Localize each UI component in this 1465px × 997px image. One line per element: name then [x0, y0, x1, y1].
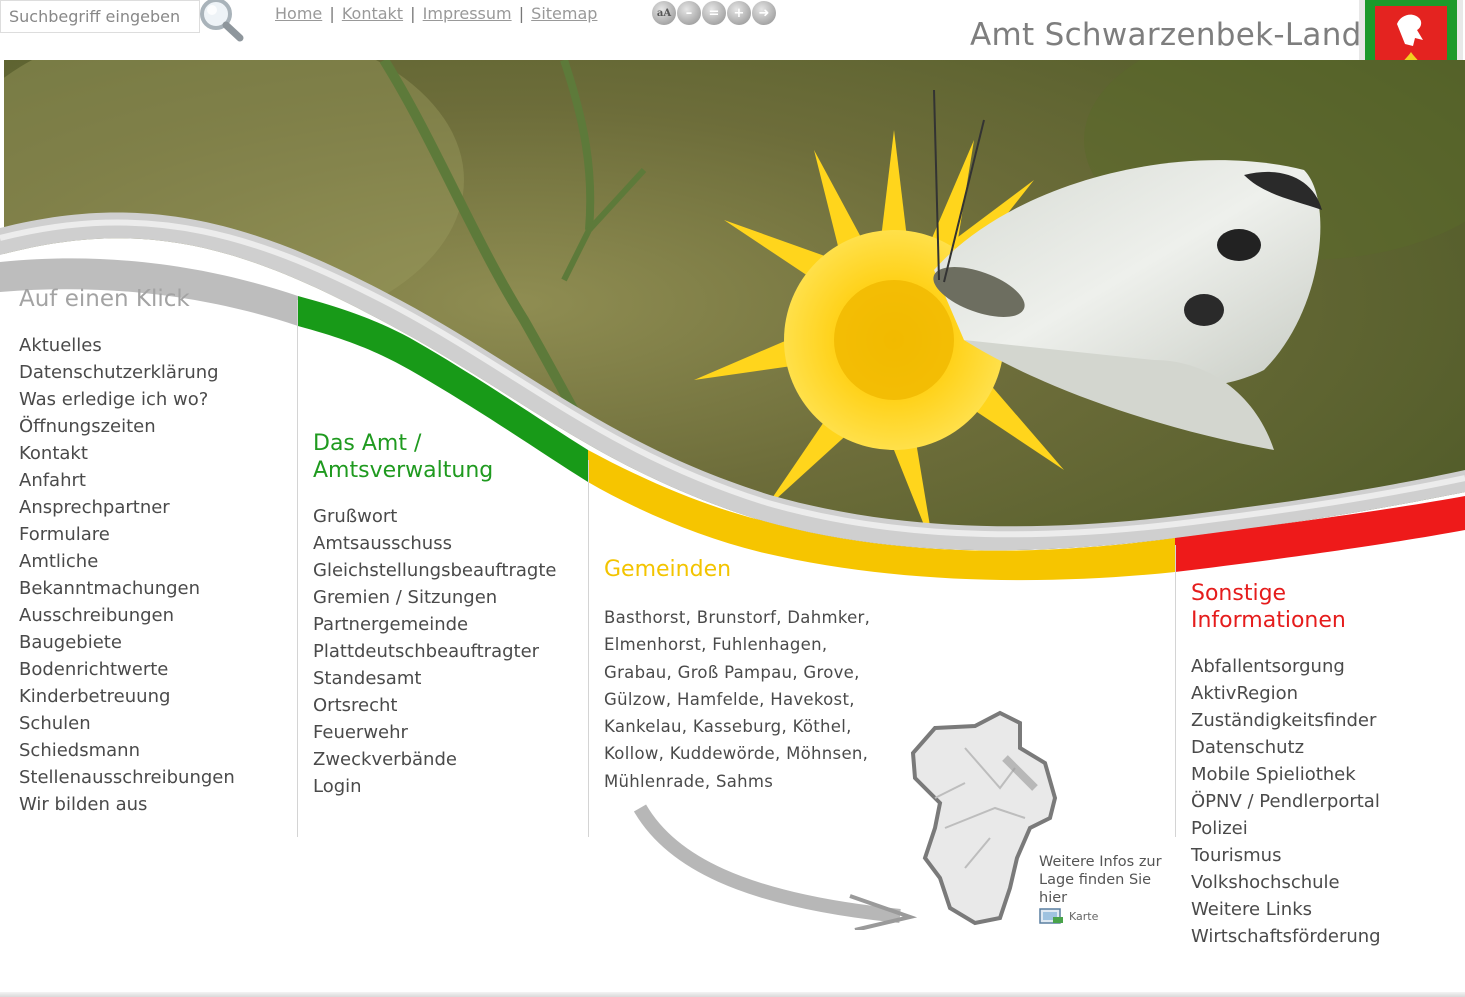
nav-separator: | [518, 4, 525, 23]
sonstige-menu-item[interactable]: Zuständigkeitsfinder [1191, 707, 1381, 734]
gemeinde-link[interactable]: Kuddewörde [670, 744, 775, 763]
amt-menu-item[interactable]: Standesamt [313, 665, 556, 692]
column-title-auf-einen-klick: Auf einen Klick [19, 286, 190, 312]
column-title-sonstige-informationen: Sonstige Informationen [1191, 580, 1346, 634]
nav-separator: | [329, 4, 335, 23]
nav-link-home[interactable]: Home [275, 4, 322, 23]
gemeinde-link[interactable]: Kankelau [604, 717, 682, 736]
top-navigation: Home | Kontakt | Impressum | Sitemap [275, 4, 597, 23]
amt-menu-item[interactable]: Zweckverbände [313, 746, 556, 773]
nav-separator: | [410, 4, 416, 23]
map-link[interactable]: Karte [1039, 907, 1098, 925]
gemeinde-link[interactable]: Kollow [604, 744, 659, 763]
quick-link-menu-item[interactable]: Stellenausschreibungen [19, 764, 235, 791]
gemeinde-link[interactable]: Kasseburg [693, 717, 782, 736]
column-title-line: Sonstige [1191, 581, 1287, 606]
gemeinde-link[interactable]: Brunstorf [697, 608, 776, 627]
gemeinde-link[interactable]: Basthorst [604, 608, 686, 627]
quick-link-menu-item[interactable]: Kontakt [19, 440, 235, 467]
column-title-das-amt: Das Amt / Amtsverwaltung [313, 430, 493, 484]
column-title-gemeinden: Gemeinden [604, 557, 732, 582]
quick-link-menu-item[interactable]: Was erledige ich wo? [19, 386, 235, 413]
amt-menu-item[interactable]: Plattdeutschbeauftragter [313, 638, 556, 665]
quick-links-menu: Aktuelles Datenschutzerklärung Was erledig… [19, 332, 235, 818]
amt-menu: Grußwort Amtsausschuss Gleichstellungsbeau… [313, 503, 556, 800]
column-divider [297, 300, 298, 837]
gemeinde-link[interactable]: Mühlenrade [604, 772, 705, 791]
map-icon [1039, 908, 1063, 924]
quick-link-menu-item[interactable]: Ausschreibungen [19, 602, 235, 629]
quick-link-menu-item[interactable]: Formulare [19, 521, 235, 548]
quick-link-menu-item[interactable]: Baugebiete [19, 629, 235, 656]
gemeinde-link[interactable]: Sahms [716, 772, 773, 791]
sonstige-menu-item[interactable]: Abfallentsorgung [1191, 653, 1381, 680]
site-title: Amt Schwarzenbek-Land [970, 17, 1362, 53]
quick-link-menu-item[interactable]: Öffnungszeiten [19, 413, 235, 440]
gemeinde-link[interactable]: Grabau [604, 663, 667, 682]
search-input[interactable] [1, 1, 191, 32]
amt-menu-item[interactable]: Feuerwehr [313, 719, 556, 746]
zoom-out-icon[interactable]: – [677, 1, 701, 25]
amt-menu-item[interactable]: Grußwort [313, 503, 556, 530]
column-divider [588, 460, 589, 837]
quick-link-menu-item[interactable]: Aktuelles [19, 332, 235, 359]
amt-menu-item[interactable]: Gleichstellungsbeauftragte [313, 557, 556, 584]
gemeinde-link[interactable]: Grove [803, 663, 854, 682]
sonstige-menu-item[interactable]: Volkshochschule [1191, 869, 1381, 896]
amt-menu-item[interactable]: Amtsausschuss [313, 530, 556, 557]
column-divider [1175, 545, 1176, 837]
nav-link-sitemap[interactable]: Sitemap [531, 4, 597, 23]
quick-link-menu-item[interactable]: Schiedsmann [19, 737, 235, 764]
sonstige-menu-item[interactable]: Wirtschaftsförderung [1191, 923, 1381, 950]
gemeinde-link[interactable]: Dahmker [787, 608, 864, 627]
gemeinde-link[interactable]: Hamfelde [677, 690, 759, 709]
map-link-label[interactable]: Karte [1069, 910, 1098, 923]
sonstige-menu-item[interactable]: ÖPNV / Pendlerportal [1191, 788, 1381, 815]
text-size-icon[interactable]: aA [652, 1, 676, 25]
quick-link-menu-item[interactable]: Kinderbetreuung [19, 683, 235, 710]
quick-link-menu-item[interactable]: Schulen [19, 710, 235, 737]
search-icon[interactable] [192, 0, 248, 44]
column-title-line: Amtsverwaltung [313, 458, 494, 483]
sonstige-menu-item[interactable]: Weitere Links [1191, 896, 1381, 923]
gemeinde-link[interactable]: Möhnsen [786, 744, 863, 763]
amt-menu-item[interactable]: Gremien / Sitzungen [313, 584, 556, 611]
map-info-text: Weitere Infos zur Lage finden Sie hier [1039, 854, 1162, 906]
gemeinde-link[interactable]: Elmenhorst [604, 635, 701, 654]
quick-link-menu-item[interactable]: Amtliche [19, 548, 235, 575]
sonstige-menu-item[interactable]: Polizei [1191, 815, 1381, 842]
quick-link-menu-item[interactable]: Anfahrt [19, 467, 235, 494]
quick-link-menu-item[interactable]: Datenschutzerklärung [19, 359, 235, 386]
amt-menu-item[interactable]: Ortsrecht [313, 692, 556, 719]
column-title-line: Informationen [1191, 608, 1346, 633]
nav-link-impressum[interactable]: Impressum [423, 4, 512, 23]
quick-link-menu-item[interactable]: Bodenrichtwerte [19, 656, 235, 683]
gemeinde-link[interactable]: Gülzow [604, 690, 666, 709]
sonstige-menu-item[interactable]: AktivRegion [1191, 680, 1381, 707]
gemeinde-link[interactable]: Fuhlenhagen [712, 635, 822, 654]
sonstige-menu-item[interactable]: Tourismus [1191, 842, 1381, 869]
accessibility-tools: aA – = + ➜ [652, 1, 776, 25]
search-box [0, 0, 200, 33]
nav-link-kontakt[interactable]: Kontakt [342, 4, 403, 23]
gemeinde-link[interactable]: Köthel [793, 717, 847, 736]
gemeinde-link[interactable]: Groß Pampau [678, 663, 793, 682]
sonstige-menu-item[interactable]: Mobile Spieliothek [1191, 761, 1381, 788]
amt-menu-item[interactable]: Login [313, 773, 556, 800]
quick-link-menu-item[interactable]: Bekanntmachungen [19, 575, 235, 602]
quick-link-menu-item[interactable]: Ansprechpartner [19, 494, 235, 521]
quick-link-menu-item[interactable]: Wir bilden aus [19, 791, 235, 818]
footer-line [0, 992, 1465, 997]
gemeinde-link[interactable]: Havekost [770, 690, 849, 709]
sonstige-menu-item[interactable]: Datenschutz [1191, 734, 1381, 761]
zoom-in-icon[interactable]: + [727, 1, 751, 25]
column-title-line: Das Amt / [313, 431, 422, 456]
gemeinden-list: Basthorst, Brunstorf, Dahmker, Elmenhors… [604, 608, 871, 791]
amt-menu-item[interactable]: Partnergemeinde [313, 611, 556, 638]
arrow-to-map [633, 804, 918, 930]
sonstige-menu: Abfallentsorgung AktivRegion Zuständigkeit… [1191, 653, 1381, 950]
zoom-reset-icon[interactable]: = [702, 1, 726, 25]
arrow-right-icon[interactable]: ➜ [752, 1, 776, 25]
